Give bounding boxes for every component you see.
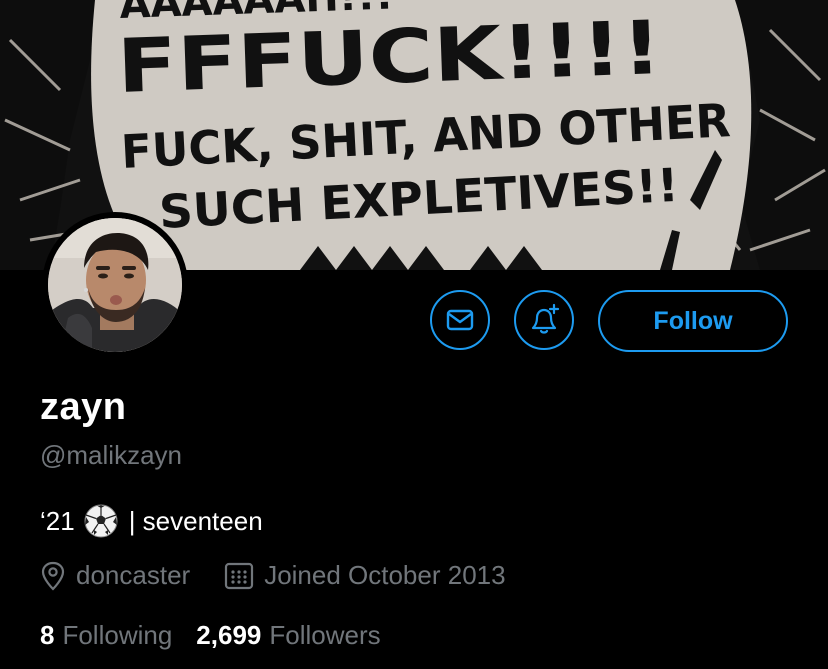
profile-meta: doncaster Joined October 2013 — [40, 560, 506, 591]
following-label: Following — [62, 620, 173, 650]
location-text: doncaster — [76, 560, 191, 590]
bell-plus-icon — [531, 303, 560, 334]
followers-label: Followers — [269, 620, 381, 650]
user-handle: @malikzayn — [40, 440, 182, 470]
notifications-button[interactable] — [514, 290, 574, 350]
envelope-icon — [446, 309, 474, 331]
profile-bio: ‘21 | seventeen — [40, 503, 263, 539]
followers-count: 2,699 — [196, 620, 262, 650]
profile-stats: 8 Following 2,699 Followers — [40, 620, 381, 651]
profile-avatar[interactable] — [42, 212, 188, 358]
joined-item: Joined October 2013 — [224, 560, 506, 591]
avatar-photo — [48, 218, 182, 352]
location-pin-icon — [41, 561, 65, 591]
followers-link[interactable]: 2,699 Followers — [196, 620, 380, 651]
display-name: zayn — [40, 386, 127, 428]
bio-prefix: ‘21 — [40, 505, 75, 536]
location-item: doncaster — [40, 560, 190, 591]
soccer-ball-icon — [83, 503, 119, 539]
following-link[interactable]: 8 Following — [40, 620, 172, 651]
message-button[interactable] — [430, 290, 490, 350]
joined-text: Joined October 2013 — [264, 560, 506, 590]
follow-button[interactable]: Follow — [598, 290, 788, 352]
following-count: 8 — [40, 620, 55, 650]
calendar-icon — [225, 562, 254, 589]
bio-suffix: | seventeen — [128, 505, 263, 536]
